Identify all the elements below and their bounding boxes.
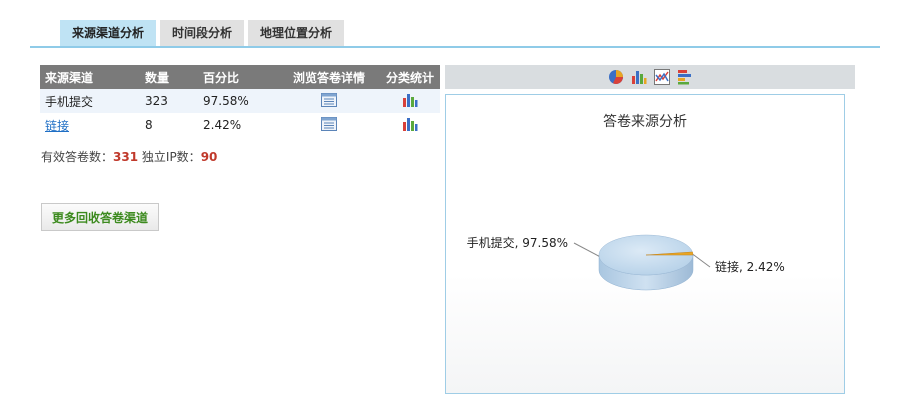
row-percent: 97.58% bbox=[198, 89, 278, 113]
category-stats-icon[interactable] bbox=[402, 93, 418, 110]
table-row: 手机提交 323 97.58% bbox=[40, 89, 440, 113]
row-browse-cell bbox=[278, 89, 380, 113]
valid-count-label: 有效答卷数： bbox=[41, 150, 114, 164]
row-stats-cell bbox=[380, 89, 440, 113]
pie-data-label: 手机提交, 97.58% bbox=[467, 235, 568, 250]
pie-chart-icon[interactable] bbox=[608, 69, 624, 85]
header-count: 数量 bbox=[140, 65, 198, 89]
row-source: 手机提交 bbox=[40, 89, 140, 113]
source-table: 来源渠道 数量 百分比 浏览答卷详情 分类统计 手机提交 323 97.58% bbox=[40, 65, 440, 137]
pie-leader-line bbox=[692, 253, 711, 268]
line-chart-icon[interactable] bbox=[653, 69, 670, 85]
pie-chart-panel: 答卷来源分析 手机提交, 97.58% 链接, 2.42% bbox=[445, 94, 845, 394]
row-source: 链接 bbox=[40, 113, 140, 137]
row-count: 323 bbox=[140, 89, 198, 113]
row-browse-cell bbox=[278, 113, 380, 137]
source-link[interactable]: 链接 bbox=[45, 119, 69, 133]
header-percent: 百分比 bbox=[198, 65, 278, 89]
unique-ip-label: 独立IP数： bbox=[141, 150, 201, 164]
browse-details-icon[interactable] bbox=[321, 92, 337, 110]
horizontal-bar-chart-icon[interactable] bbox=[677, 69, 693, 85]
pie-chart: 手机提交, 97.58% 链接, 2.42% bbox=[467, 234, 785, 291]
table-row: 链接 8 2.42% bbox=[40, 113, 440, 137]
valid-count-value: 331 bbox=[113, 150, 139, 164]
summary-line: 有效答卷数：331 独立IP数：90 bbox=[41, 148, 217, 165]
row-count: 8 bbox=[140, 113, 198, 137]
row-percent: 2.42% bbox=[198, 113, 278, 137]
pie-leader-line bbox=[573, 242, 600, 257]
bar-chart-icon[interactable] bbox=[631, 69, 647, 85]
pie-data-label: 链接, 2.42% bbox=[715, 259, 785, 274]
browse-details-icon[interactable] bbox=[321, 116, 337, 134]
row-stats-cell bbox=[380, 113, 440, 137]
header-source: 来源渠道 bbox=[40, 65, 140, 89]
chart-type-toolbar bbox=[445, 65, 855, 89]
tab-underline bbox=[30, 46, 880, 48]
table-header-row: 来源渠道 数量 百分比 浏览答卷详情 分类统计 bbox=[40, 65, 440, 89]
tab-source-channel[interactable]: 来源渠道分析 bbox=[60, 20, 157, 46]
header-browse: 浏览答卷详情 bbox=[278, 65, 380, 89]
unique-ip-value: 90 bbox=[200, 150, 218, 164]
more-channels-button[interactable]: 更多回收答卷渠道 bbox=[41, 203, 159, 231]
tab-geo-location[interactable]: 地理位置分析 bbox=[248, 20, 345, 46]
header-stats: 分类统计 bbox=[380, 65, 440, 89]
category-stats-icon[interactable] bbox=[402, 117, 418, 134]
tab-bar: 来源渠道分析 时间段分析 地理位置分析 bbox=[60, 20, 345, 46]
tab-time-period[interactable]: 时间段分析 bbox=[160, 20, 245, 46]
